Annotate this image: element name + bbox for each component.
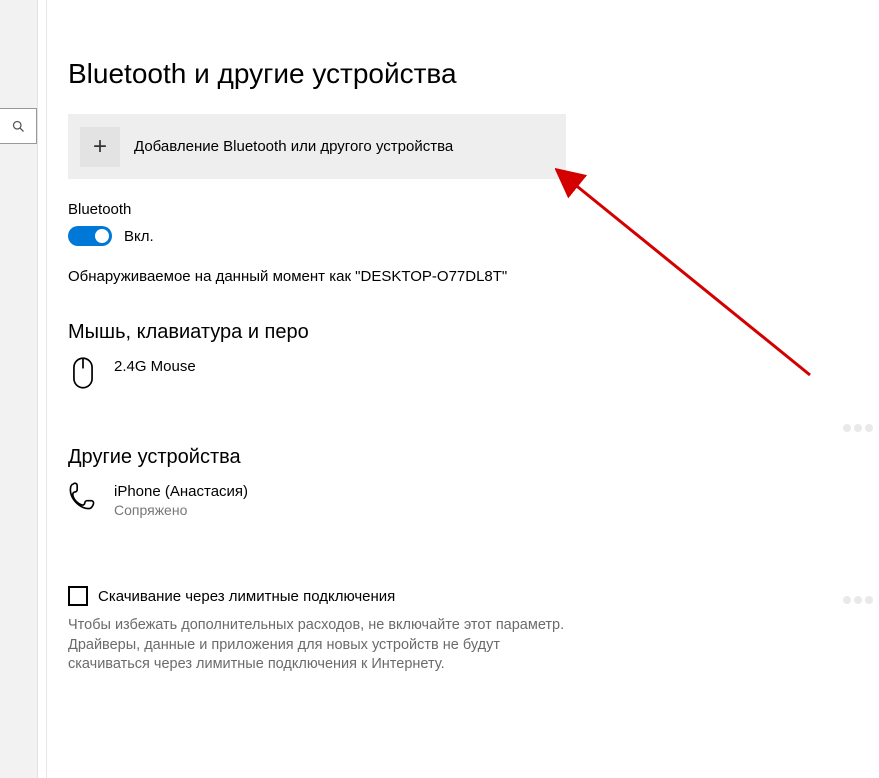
- add-device-button[interactable]: + Добавление Bluetooth или другого устро…: [68, 114, 566, 179]
- watermark-dots: [843, 596, 873, 604]
- separator: [46, 0, 47, 778]
- device-name: 2.4G Mouse: [114, 358, 196, 375]
- discoverable-text: Обнаруживаемое на данный момент как "DES…: [68, 268, 668, 285]
- device-row-mouse[interactable]: 2.4G Mouse: [68, 356, 668, 390]
- left-rail: [0, 0, 38, 778]
- watermark-dots: [843, 424, 873, 432]
- metered-help-text: Чтобы избежать дополнительных расходов, …: [68, 616, 568, 675]
- page-title: Bluetooth и другие устройства: [68, 58, 668, 90]
- section-title-mouse: Мышь, клавиатура и перо: [68, 321, 668, 344]
- content-area: Bluetooth и другие устройства + Добавлен…: [68, 58, 668, 675]
- search-icon: [11, 119, 26, 134]
- metered-checkbox-label: Скачивание через лимитные подключения: [98, 588, 395, 605]
- bluetooth-toggle[interactable]: [68, 226, 112, 246]
- device-row-phone[interactable]: iPhone (Анастасия) Сопряжено: [68, 481, 668, 518]
- bluetooth-toggle-state: Вкл.: [124, 228, 154, 245]
- device-status: Сопряжено: [114, 502, 248, 518]
- bluetooth-label: Bluetooth: [68, 201, 668, 218]
- metered-checkbox[interactable]: [68, 586, 88, 606]
- add-device-label: Добавление Bluetooth или другого устройс…: [134, 138, 453, 155]
- plus-icon: +: [80, 127, 120, 167]
- mouse-icon: [68, 356, 98, 390]
- search-button[interactable]: [0, 108, 37, 144]
- section-title-other: Другие устройства: [68, 446, 668, 469]
- device-name: iPhone (Анастасия): [114, 483, 248, 500]
- phone-icon: [68, 481, 98, 515]
